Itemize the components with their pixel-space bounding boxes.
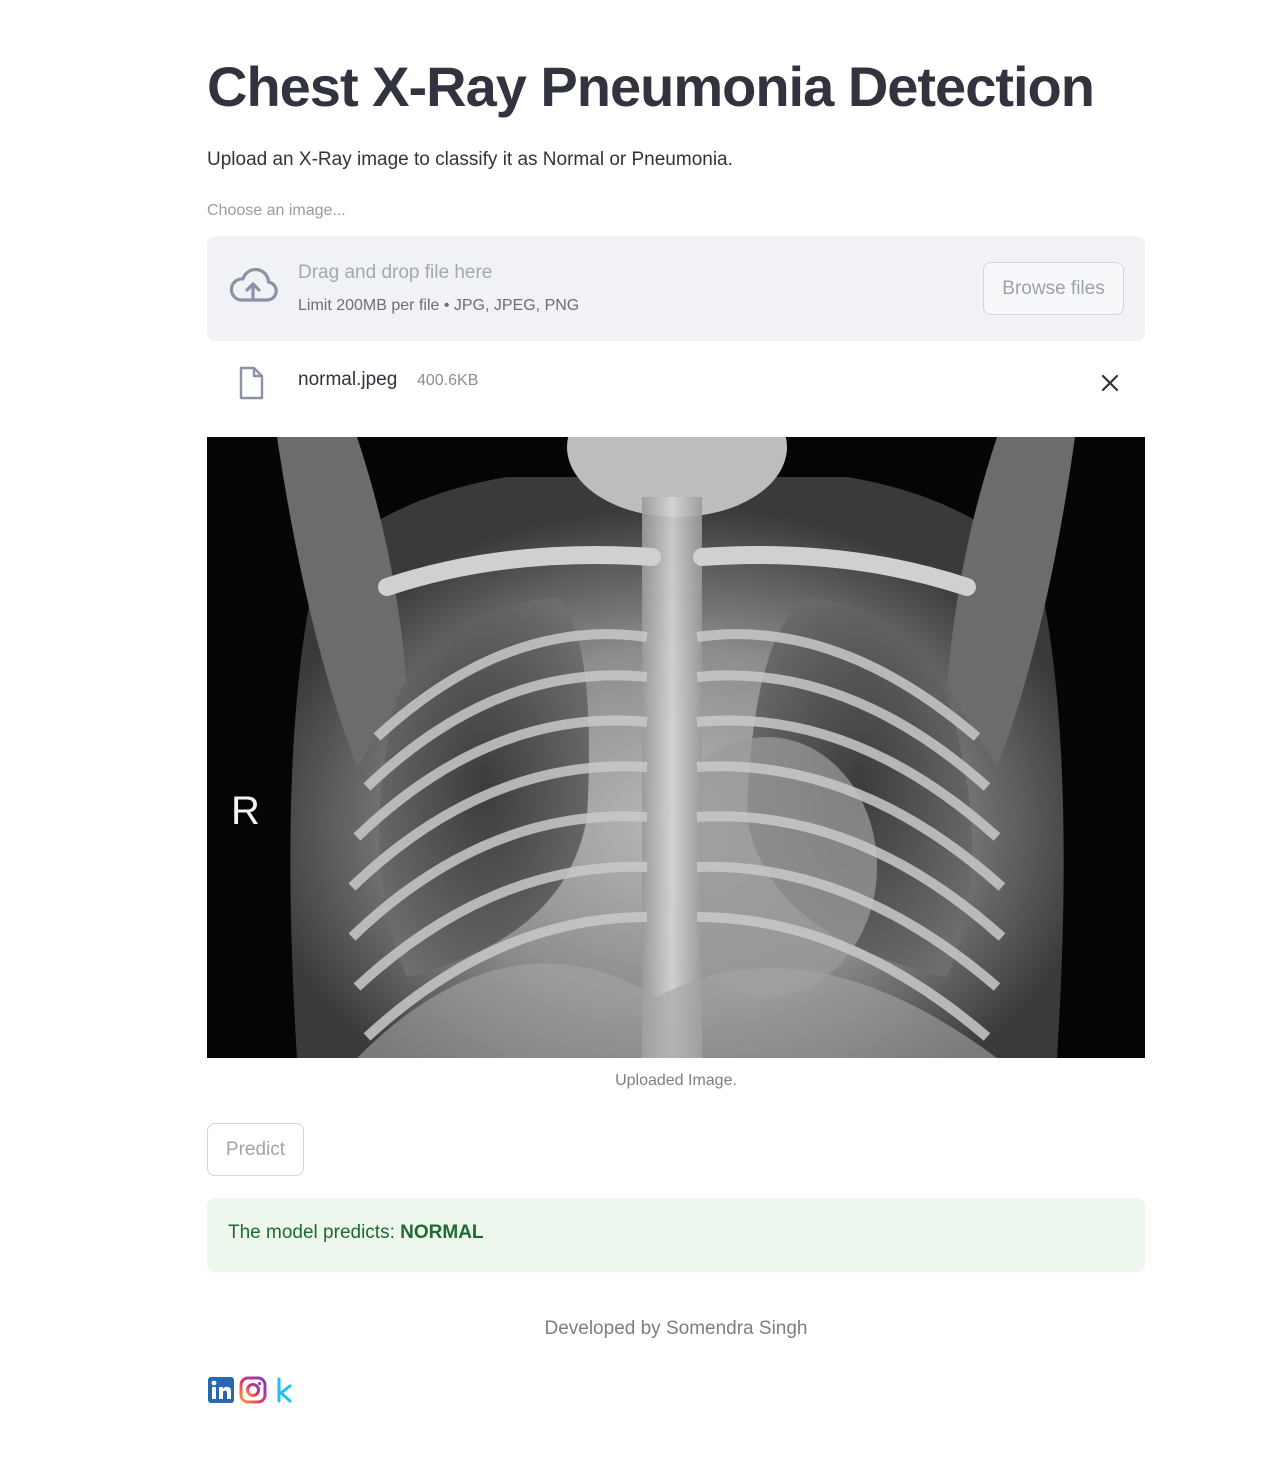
page-title: Chest X-Ray Pneumonia Detection [207, 55, 1095, 118]
prediction-result-box: The model predicts: NORMAL [207, 1198, 1145, 1272]
close-icon[interactable] [1097, 370, 1123, 396]
uploader-label: Choose an image... [207, 202, 346, 219]
social-links [207, 1376, 299, 1404]
dropzone-limit-text: Limit 200MB per file • JPG, JPEG, PNG [298, 297, 580, 314]
instagram-icon[interactable] [239, 1376, 267, 1404]
file-dropzone[interactable]: Drag and drop file here Limit 200MB per … [207, 236, 1145, 341]
uploaded-file-row: normal.jpeg 400.6KB [207, 360, 1145, 406]
footer-credit: Developed by Somendra Singh [544, 1318, 808, 1339]
cloud-upload-icon [229, 268, 278, 302]
xray-side-marker: R [231, 789, 260, 833]
page-subtitle: Upload an X-Ray image to classify it as … [207, 149, 733, 170]
image-caption: Uploaded Image. [615, 1072, 737, 1089]
xray-illustration [207, 437, 1145, 1058]
kaggle-icon[interactable] [271, 1376, 299, 1404]
file-icon [239, 366, 264, 400]
uploaded-file-size: 400.6KB [417, 372, 479, 389]
predict-button[interactable]: Predict [207, 1123, 304, 1176]
browse-files-button[interactable]: Browse files [983, 262, 1124, 315]
linkedin-icon[interactable] [207, 1376, 235, 1404]
result-value: NORMAL [400, 1222, 484, 1243]
dropzone-title: Drag and drop file here [298, 262, 493, 283]
result-prefix: The model predicts: [228, 1222, 401, 1243]
uploaded-xray-image: R [207, 437, 1145, 1058]
prediction-result-text: The model predicts: NORMAL [228, 1222, 484, 1244]
uploaded-file-name: normal.jpeg [298, 369, 398, 390]
